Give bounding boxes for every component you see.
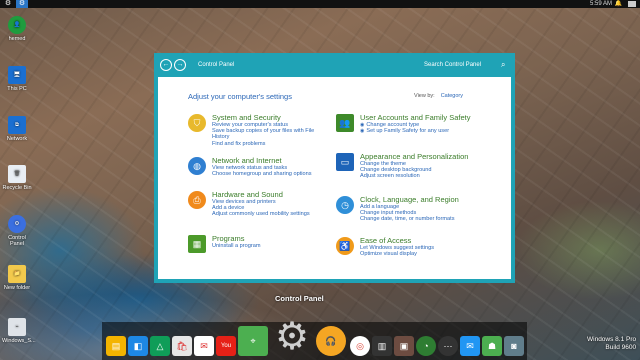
window-titlebar: ← → Control Panel Search Control Panel ⌕ (154, 53, 515, 77)
files-icon[interactable]: ▤ (106, 336, 126, 356)
apps-icon: ▦ (188, 235, 206, 253)
category-link[interactable]: Choose homegroup and sharing options (212, 171, 312, 177)
terminal-icon[interactable]: ▥ (372, 336, 392, 356)
folder-icon: 📁 (8, 265, 26, 283)
gallery-icon[interactable]: ▣ (394, 336, 414, 356)
category-user-accounts: 👥 User Accounts and Family Safety ◉ Chang… (336, 114, 496, 134)
address-bar[interactable]: Control Panel (198, 59, 234, 71)
android-icon[interactable]: ☗ (482, 336, 502, 356)
clock-icon: ◷ (336, 196, 354, 214)
desktop-icon-network[interactable]: ⧉ Network (2, 116, 32, 142)
windows-version: Windows 8.1 Pro (587, 336, 637, 343)
category-ease-of-access: ♿ Ease of Access Let Windows suggest set… (336, 237, 496, 257)
clock: 5:59 AM (589, 1, 612, 7)
desktop-icon-label: This PC (7, 86, 27, 92)
photos-icon[interactable]: ◧ (128, 336, 148, 356)
desktop-icon-this-pc[interactable]: 🖥 This PC (2, 66, 32, 92)
search-icon[interactable]: ⌕ (501, 60, 505, 70)
category-clock-region: ◷ Clock, Language, and Region Add a lang… (336, 196, 496, 223)
category-title[interactable]: Appearance and Personalization (360, 153, 480, 161)
gear-icon: ⚙ (8, 215, 26, 233)
category-link[interactable]: Find and fix problems (212, 141, 328, 147)
recycle-bin-icon: 🗑 (8, 165, 26, 183)
desktop-icon-new-folder[interactable]: 📁 New folder (2, 265, 32, 291)
printer-icon: ⎙ (188, 191, 206, 209)
store-icon[interactable]: 🛍 (172, 336, 192, 356)
windows-watermark: Windows 8.1 Pro Build 9600 (587, 336, 636, 352)
view-by-label: View by: (414, 93, 435, 99)
desktop-icon-windows-setup[interactable]: ⌁ Windows_S... (2, 318, 36, 344)
category-hardware-sound: ⎙ Hardware and Sound View devices and pr… (188, 191, 328, 218)
drive-icon[interactable]: △ (150, 336, 170, 356)
category-title[interactable]: Programs (212, 235, 261, 243)
hangouts-icon[interactable]: ◔ (416, 336, 436, 356)
users-icon: 👥 (336, 114, 354, 132)
category-title[interactable]: Clock, Language, and Region (360, 196, 480, 204)
gmail-icon[interactable]: ✉ (194, 336, 214, 356)
messages-icon[interactable]: ✉ (460, 336, 480, 356)
category-link[interactable]: Change account type (366, 122, 419, 128)
desktop-icon-label: Control Panel (8, 235, 26, 247)
category-link[interactable]: Optimize visual display (360, 251, 480, 257)
monitor-icon: ▭ (336, 153, 354, 171)
dock: ▤ ◧ △ 🛍 ✉ You ⌖ ⚙ 🎧 ◎ ▥ ▣ ◔ ⋯ ✉ ☗ ◙ (102, 316, 527, 360)
apps-launcher-icon[interactable]: ⋯ (438, 336, 458, 356)
desktop-icon-user[interactable]: 👤 hemed (2, 16, 32, 42)
usb-drive-icon: ⌁ (8, 318, 26, 336)
accessibility-icon: ♿ (336, 237, 354, 255)
uac-shield-icon: ◉ (360, 122, 365, 128)
desktop-icon-recycle-bin[interactable]: 🗑 Recycle Bin (2, 165, 32, 191)
top-bar: ⚙ ⚙ 5:59 AM 🔔 (0, 0, 640, 8)
category-network-internet: ◍ Network and Internet View network stat… (188, 157, 328, 177)
back-button[interactable]: ← (160, 59, 172, 71)
desktop-icon-label: Recycle Bin (2, 185, 32, 191)
camera-icon[interactable]: ◙ (504, 336, 524, 356)
page-title: Adjust your computer's settings (188, 92, 292, 101)
desktop-icon-label: Windows_S... (2, 338, 36, 344)
active-gear-icon[interactable]: ⚙ (16, 0, 28, 8)
desktop-icon-control-panel[interactable]: ⚙ Control Panel (2, 215, 32, 247)
desktop-icon-label: Network (6, 136, 28, 142)
category-title[interactable]: Ease of Access (360, 237, 480, 245)
chrome-icon[interactable]: ◎ (350, 336, 370, 356)
category-link-row: ◉ Set up Family Safety for any user (360, 128, 480, 134)
shield-icon: ⛉ (188, 114, 206, 132)
globe-icon: ◍ (188, 157, 206, 175)
category-title[interactable]: User Accounts and Family Safety (360, 114, 480, 122)
system-tray-icon[interactable] (628, 1, 636, 7)
menu-gear-icon[interactable]: ⚙ (2, 0, 14, 8)
user-icon: 👤 (8, 16, 26, 34)
category-link[interactable]: Change date, time, or number formats (360, 216, 480, 222)
control-panel-window: ← → Control Panel Search Control Panel ⌕… (154, 53, 515, 283)
forward-button[interactable]: → (174, 59, 186, 71)
category-appearance: ▭ Appearance and Personalization Change … (336, 153, 496, 180)
category-title[interactable]: Network and Internet (212, 157, 312, 165)
youtube-icon[interactable]: You (216, 336, 236, 356)
notification-icon[interactable]: 🔔 (615, 0, 622, 8)
computer-icon: 🖥 (8, 66, 26, 84)
view-by: View by: Category (414, 93, 463, 99)
network-icon: ⧉ (8, 116, 26, 134)
category-link[interactable]: Adjust commonly used mobility settings (212, 211, 310, 217)
category-title[interactable]: Hardware and Sound (212, 191, 310, 199)
view-by-dropdown[interactable]: Category (441, 93, 463, 99)
settings-gear-icon[interactable]: ⚙ (272, 316, 312, 358)
category-link[interactable]: Set up Family Safety for any user (366, 128, 449, 134)
category-programs: ▦ Programs Uninstall a program (188, 235, 328, 253)
uac-shield-icon: ◉ (360, 128, 365, 135)
windows-build: Build 9600 (605, 344, 637, 351)
window-content: Adjust your computer's settings View by:… (158, 77, 511, 279)
category-link[interactable]: Adjust screen resolution (360, 173, 480, 179)
search-input[interactable]: Search Control Panel (424, 59, 481, 71)
dock-tooltip: Control Panel (275, 294, 324, 303)
category-title[interactable]: System and Security (212, 114, 328, 122)
category-link[interactable]: Uninstall a program (212, 243, 261, 249)
desktop-icon-label: hemed (8, 36, 26, 42)
headphones-icon[interactable]: 🎧 (316, 326, 346, 356)
maps-icon[interactable]: ⌖ (238, 326, 268, 356)
category-link[interactable]: Save backup copies of your files with Fi… (212, 128, 328, 140)
desktop-icon-label: New folder (3, 285, 31, 291)
category-system-security: ⛉ System and Security Review your comput… (188, 114, 328, 147)
